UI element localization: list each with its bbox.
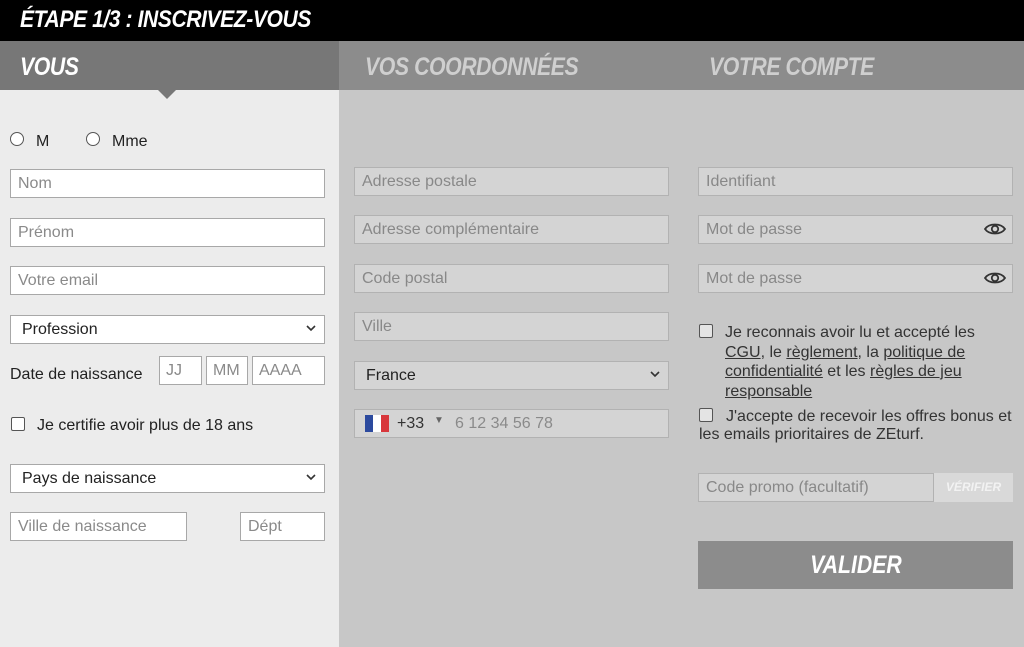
phone-country-code[interactable]: +33 [397,415,424,433]
birth-country-select[interactable]: Pays de naissance [10,464,325,493]
terms-sep1: , le [760,343,782,361]
eye-icon[interactable] [984,270,1006,286]
first-name-input[interactable]: Prénom [10,218,325,247]
offers-label: J'accepte de recevoir les offres bonus e… [699,408,1012,443]
department-input[interactable]: Dépt [240,512,325,541]
submit-label: VALIDER [809,551,902,579]
password-input[interactable]: Mot de passe [698,215,1013,244]
civility-m-label: M [36,133,50,150]
page-header: ÉTAPE 1/3 : INSCRIVEZ-VOUS [0,0,1024,41]
postal-code-input[interactable]: Code postal [354,264,669,293]
terms-sep3: et les [827,363,866,380]
age-certify-label: Je certifie avoir plus de 18 ans [37,417,254,434]
reglement-link[interactable]: règlement [786,344,857,361]
promo-code-input[interactable]: Code promo (facultatif) [698,473,934,502]
eye-icon[interactable] [984,221,1006,237]
address-input[interactable]: Adresse postale [354,167,669,196]
birthdate-label: Date de naissance [10,366,143,383]
password-placeholder: Mot de passe [706,221,803,238]
terms-prefix: Je reconnais avoir lu et accepté les [725,324,975,341]
terms-sep2: , la [857,343,879,361]
civility-m-radio[interactable] [10,132,24,146]
birth-country-value: Pays de naissance [22,470,157,487]
city-input[interactable]: Ville [354,312,669,341]
civility-mme-label: Mme [112,133,148,150]
chevron-down-icon [306,325,316,332]
phone-input[interactable]: +33 ▼ 6 12 34 56 78 [354,409,669,438]
email-input[interactable]: Votre email [10,266,325,295]
username-input[interactable]: Identifiant [698,167,1013,196]
step-tabs: VOUS VOS COORDONNÉES VOTRE COMPTE [0,41,1024,90]
password-confirm-placeholder: Mot de passe [706,270,803,287]
tab-vos-coordonnees[interactable]: VOS COORDONNÉES [365,53,579,82]
profession-value: Profession [22,321,98,338]
terms-checkbox[interactable] [699,324,713,338]
caret-down-icon[interactable]: ▼ [434,415,444,426]
france-flag-icon[interactable] [365,415,389,432]
country-select[interactable]: France [354,361,669,390]
chevron-down-icon [650,371,660,378]
birth-city-input[interactable]: Ville de naissance [10,512,187,541]
page-title: ÉTAPE 1/3 : INSCRIVEZ-VOUS [20,6,311,33]
verify-button[interactable]: VÉRIFIER [934,473,1013,502]
civility-mme-radio[interactable] [86,132,100,146]
age-certify-checkbox[interactable] [11,417,25,431]
tab-vous[interactable]: VOUS [20,53,79,82]
password-confirm-input[interactable]: Mot de passe [698,264,1013,293]
active-tab-arrow-icon [158,90,176,99]
birth-year-input[interactable]: AAAA [252,356,325,385]
cgu-link[interactable]: CGU [725,344,761,361]
tab-votre-compte[interactable]: VOTRE COMPTE [709,53,874,82]
address2-input[interactable]: Adresse complémentaire [354,215,669,244]
last-name-input[interactable]: Nom [10,169,325,198]
submit-button[interactable]: VALIDER [698,541,1013,589]
birth-day-input[interactable]: JJ [159,356,202,385]
birth-month-input[interactable]: MM [206,356,248,385]
phone-placeholder: 6 12 34 56 78 [455,415,553,432]
terms-text: Je reconnais avoir lu et accepté les CGU… [725,323,1015,401]
profession-select[interactable]: Profession [10,315,325,344]
chevron-down-icon [306,474,316,481]
country-value: France [366,367,416,384]
